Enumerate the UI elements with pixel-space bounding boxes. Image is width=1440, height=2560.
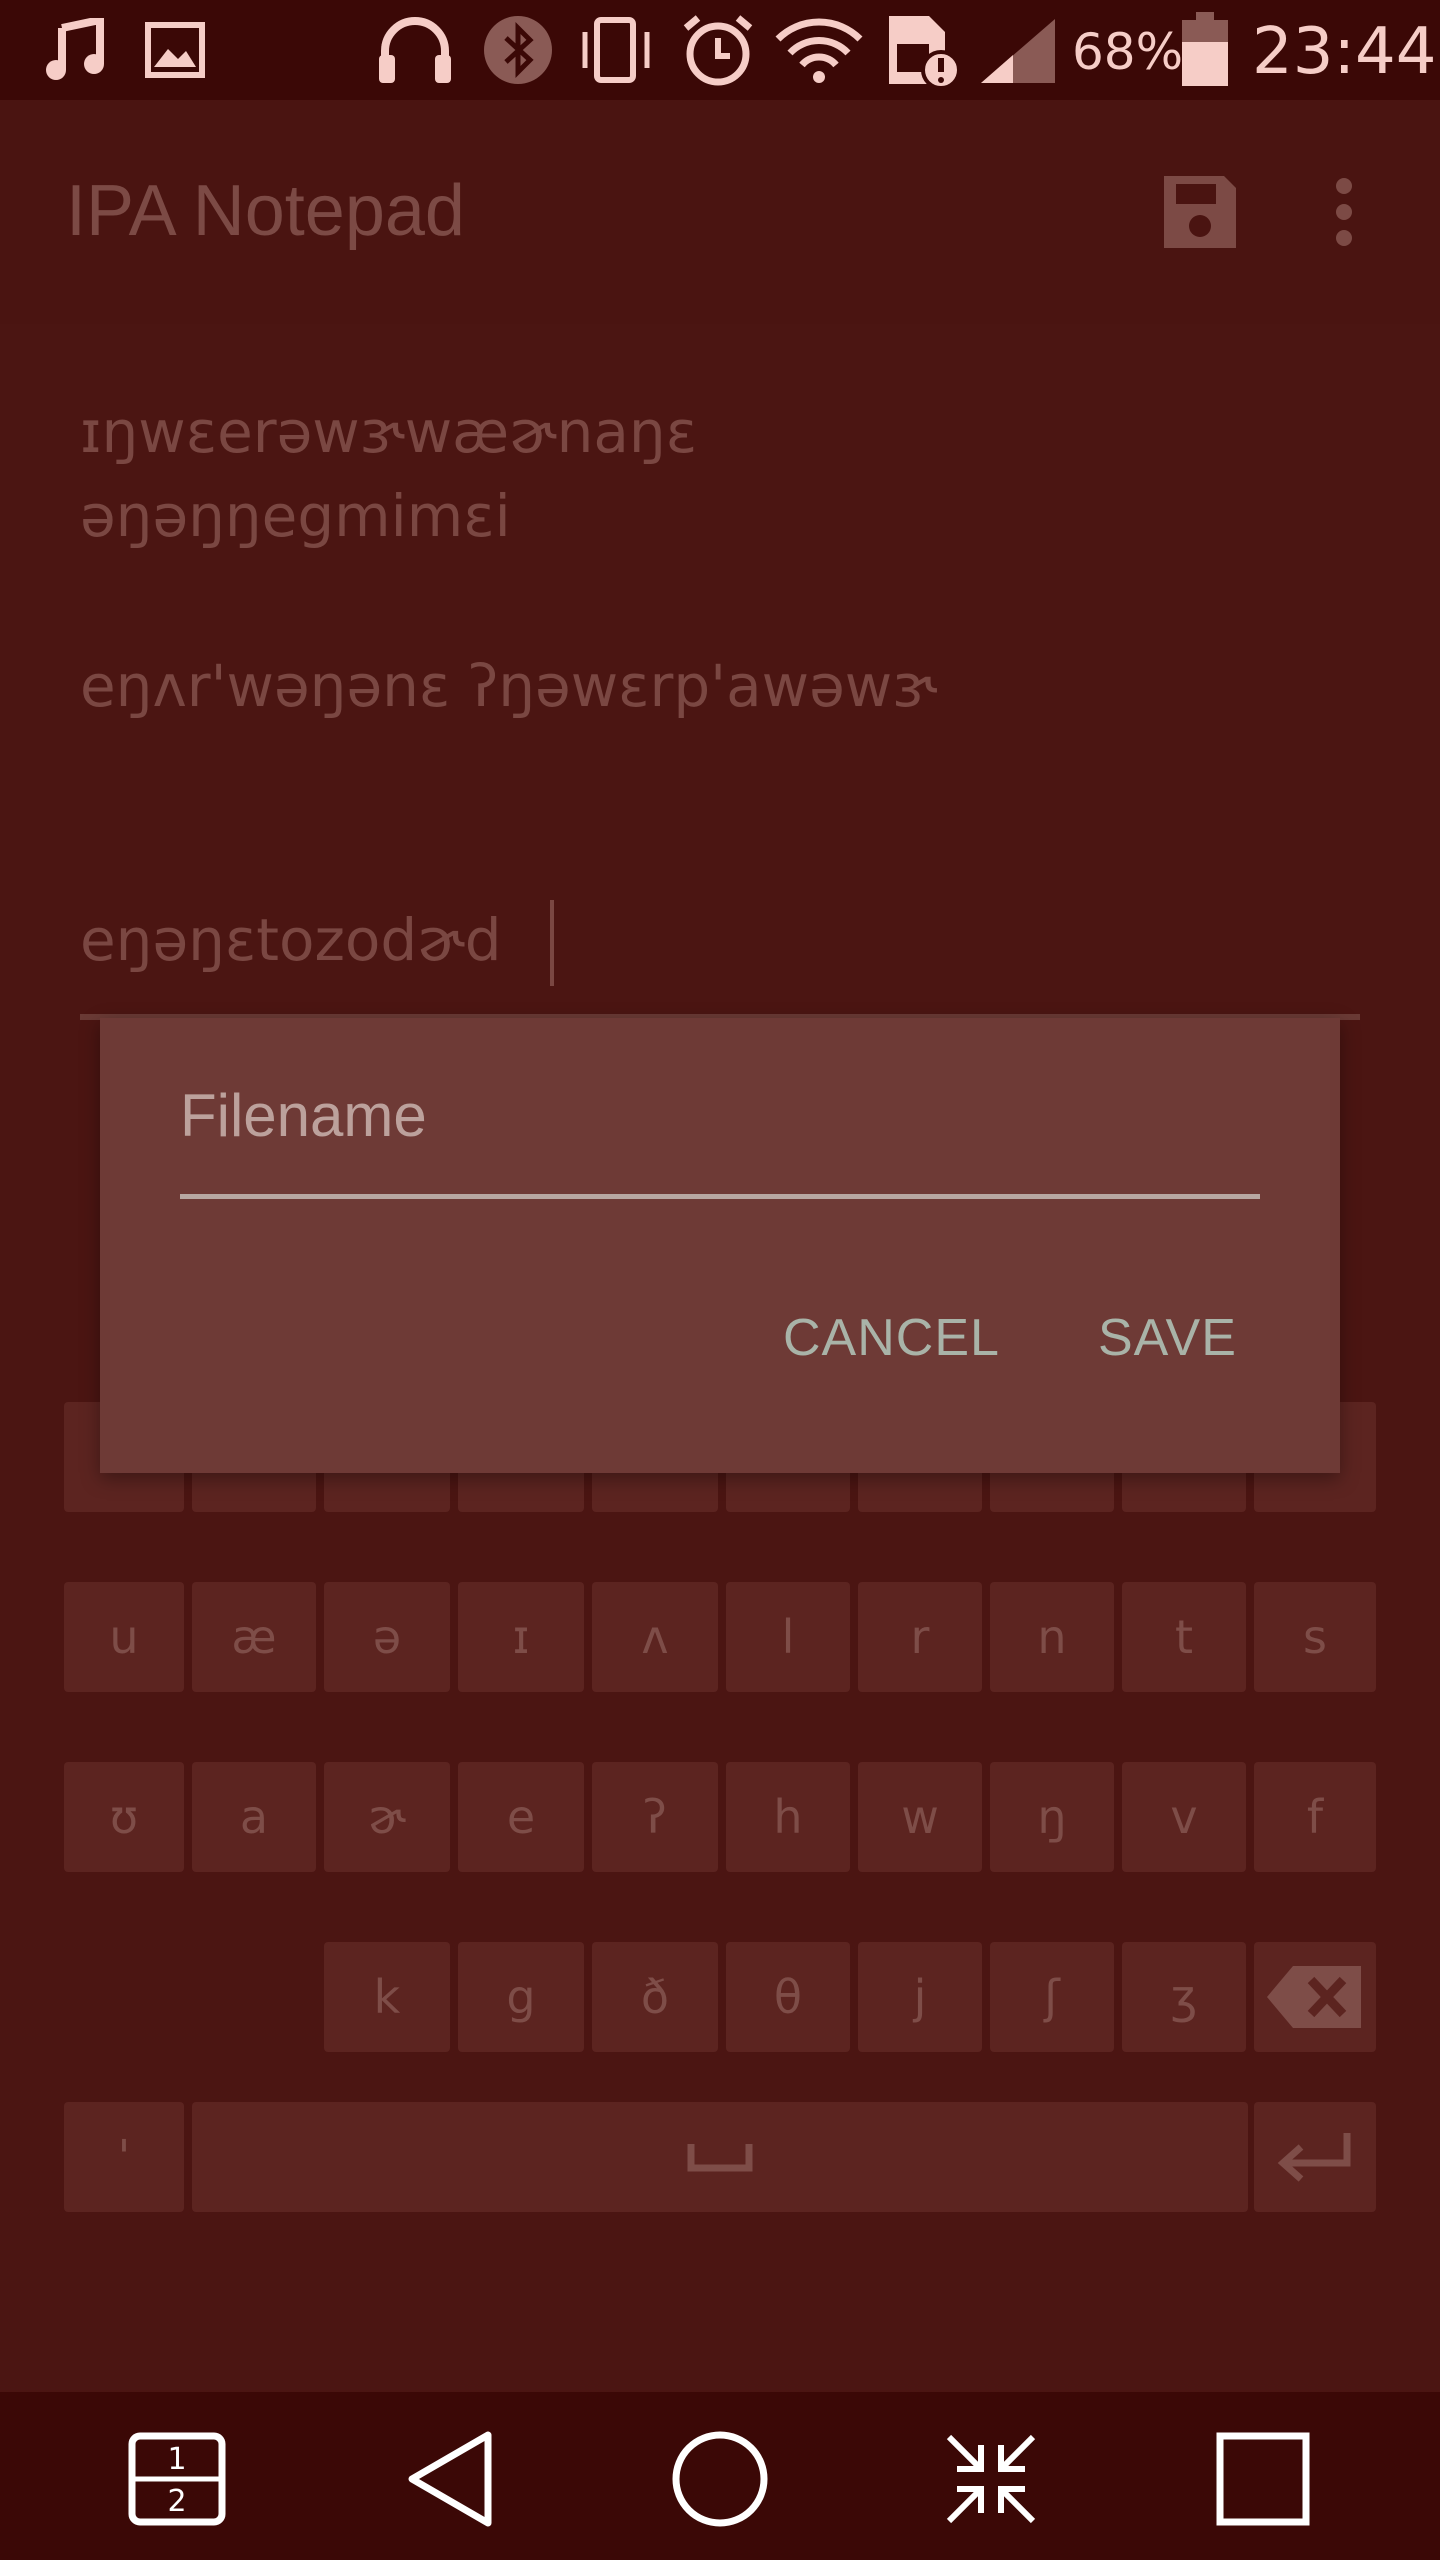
battery-percent: 68% bbox=[1072, 23, 1184, 81]
key-apostrophe[interactable]: ' bbox=[64, 2102, 184, 2212]
save-file-dialog: CANCEL SAVE bbox=[100, 1018, 1340, 1473]
backspace-key[interactable] bbox=[1254, 1942, 1376, 2052]
wifi-icon bbox=[772, 12, 866, 88]
editor-line: eŋʌr'wəŋənɛ ʔŋəwɛrp'awəwɝ bbox=[80, 652, 938, 720]
key-eng[interactable]: ŋ bbox=[990, 1762, 1114, 1872]
text-cursor bbox=[550, 900, 554, 986]
backspace-icon bbox=[1267, 1966, 1361, 2028]
dual-window-icon[interactable]: 1 2 bbox=[122, 2424, 232, 2534]
battery-icon bbox=[1180, 12, 1230, 88]
space-icon bbox=[687, 2144, 753, 2172]
key-ezh[interactable]: ʒ bbox=[1122, 1942, 1246, 2052]
key-k[interactable]: k bbox=[324, 1942, 450, 2052]
signal-icon bbox=[978, 12, 1058, 88]
app-title: IPA Notepad bbox=[66, 171, 465, 251]
music-icon bbox=[40, 12, 110, 88]
more-vert-icon[interactable] bbox=[1320, 172, 1368, 252]
clock: 23:44 bbox=[1252, 15, 1437, 89]
dual-window-bottom-label: 2 bbox=[167, 2484, 186, 2519]
save-button[interactable]: SAVE bbox=[1098, 1308, 1237, 1368]
filename-input[interactable] bbox=[180, 1070, 1260, 1160]
save-icon[interactable] bbox=[1160, 172, 1240, 252]
vibrate-icon bbox=[576, 12, 656, 88]
sim-alert-icon bbox=[884, 12, 964, 90]
editor-line: ɪŋwɛerəwɝwæɚnaŋɛ bbox=[80, 398, 698, 466]
key-s[interactable]: s bbox=[1254, 1582, 1376, 1692]
back-icon[interactable] bbox=[396, 2424, 506, 2534]
editor-line: əŋəŋŋegmimɛi bbox=[80, 482, 511, 550]
key-glottal-stop[interactable]: ʔ bbox=[592, 1762, 718, 1872]
key-a[interactable]: a bbox=[192, 1762, 316, 1872]
key-n[interactable]: n bbox=[990, 1582, 1114, 1692]
home-icon[interactable] bbox=[665, 2424, 775, 2534]
key-rhotic-schwa[interactable]: ɚ bbox=[324, 1762, 450, 1872]
dual-window-top-label: 1 bbox=[167, 2442, 186, 2477]
key-e[interactable]: e bbox=[458, 1762, 584, 1872]
key-ae[interactable]: æ bbox=[192, 1582, 316, 1692]
headphones-icon bbox=[372, 12, 458, 88]
key-schwa[interactable]: ə bbox=[324, 1582, 450, 1692]
key-j[interactable]: j bbox=[858, 1942, 982, 2052]
key-eth[interactable]: ð bbox=[592, 1942, 718, 2052]
alarm-icon bbox=[676, 12, 760, 88]
editor-line: eŋəŋɛtozodɚd bbox=[80, 906, 502, 974]
key-t[interactable]: t bbox=[1122, 1582, 1246, 1692]
key-f[interactable]: f bbox=[1254, 1762, 1376, 1872]
key-wedge[interactable]: ʌ bbox=[592, 1582, 718, 1692]
key-w[interactable]: w bbox=[858, 1762, 982, 1872]
key-r[interactable]: r bbox=[858, 1582, 982, 1692]
key-h[interactable]: h bbox=[726, 1762, 850, 1872]
key-theta[interactable]: θ bbox=[726, 1942, 850, 2052]
collapse-icon[interactable] bbox=[936, 2424, 1046, 2534]
filename-underline bbox=[180, 1194, 1260, 1199]
recents-icon[interactable] bbox=[1208, 2424, 1318, 2534]
bluetooth-icon bbox=[480, 12, 556, 88]
key-l[interactable]: l bbox=[726, 1582, 850, 1692]
enter-key[interactable] bbox=[1254, 2102, 1376, 2212]
image-icon bbox=[140, 12, 210, 88]
key-g[interactable]: g bbox=[458, 1942, 584, 2052]
enter-icon bbox=[1277, 2133, 1351, 2182]
key-u[interactable]: u bbox=[64, 1582, 184, 1692]
space-key[interactable] bbox=[192, 2102, 1248, 2212]
key-upsilon[interactable]: ʊ bbox=[64, 1762, 184, 1872]
cancel-button[interactable]: CANCEL bbox=[783, 1308, 1000, 1368]
key-small-cap-i[interactable]: ɪ bbox=[458, 1582, 584, 1692]
key-esh[interactable]: ʃ bbox=[990, 1942, 1114, 2052]
key-v[interactable]: v bbox=[1122, 1762, 1246, 1872]
